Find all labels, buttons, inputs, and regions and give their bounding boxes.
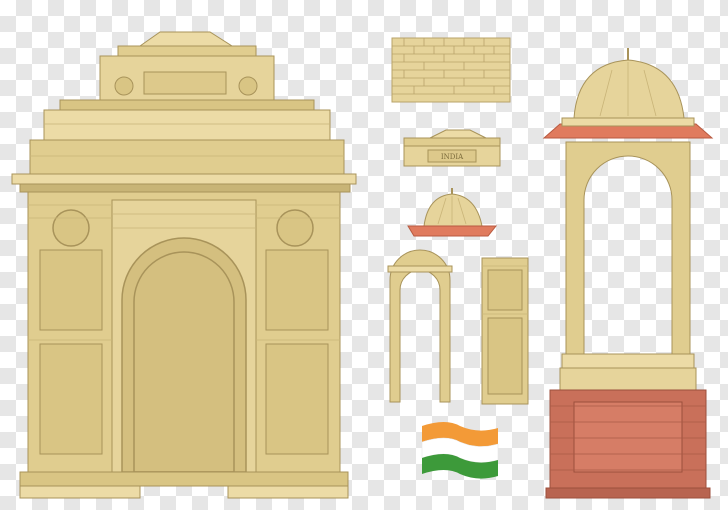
small-arch [387,249,453,403]
india-gate-illustration: INDIA [11,31,714,499]
indian-flag [421,422,499,479]
canopy-chhatri [542,48,714,499]
brick-texture-swatch [391,37,511,103]
small-dome [407,188,498,237]
plaque-text: INDIA [441,153,464,161]
india-plaque: INDIA [403,129,501,167]
india-gate [11,31,357,499]
stone-pillar [481,257,529,405]
